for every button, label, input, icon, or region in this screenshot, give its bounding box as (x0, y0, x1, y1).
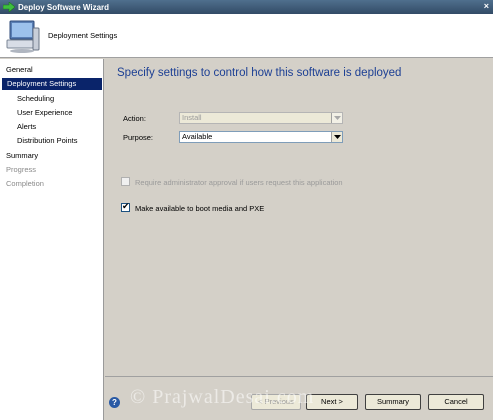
action-label: Action: (123, 114, 146, 123)
help-icon[interactable]: ? (109, 397, 120, 408)
sidebar-item-deployment-settings[interactable]: Deployment Settings (2, 78, 102, 90)
boot-media-label: Make available to boot media and PXE (135, 204, 265, 213)
require-approval-label: Require administrator approval if users … (135, 178, 343, 187)
wizard-sidebar: General Deployment Settings Scheduling U… (0, 59, 104, 420)
wizard-header: Deployment Settings (0, 14, 493, 58)
window-title: Deploy Software Wizard (18, 2, 110, 12)
purpose-select-value: Available (182, 132, 213, 141)
chevron-down-icon[interactable] (331, 132, 342, 142)
purpose-label: Purpose: (123, 133, 154, 142)
chevron-down-icon (331, 113, 342, 123)
next-button[interactable]: Next > (306, 394, 358, 410)
previous-button: < Previous (251, 394, 301, 410)
sidebar-item-user-experience[interactable]: User Experience (17, 107, 72, 119)
sidebar-item-scheduling[interactable]: Scheduling (17, 93, 54, 105)
action-select-value: Install (182, 113, 202, 122)
sidebar-item-summary[interactable]: Summary (6, 150, 38, 162)
require-approval-checkbox (121, 177, 130, 186)
window-titlebar[interactable]: Deploy Software Wizard × (0, 0, 493, 14)
cancel-button[interactable]: Cancel (428, 394, 484, 410)
wizard-arrow-icon (3, 2, 15, 12)
sidebar-item-alerts[interactable]: Alerts (17, 121, 36, 133)
footer-divider (105, 376, 493, 377)
summary-button[interactable]: Summary (365, 394, 421, 410)
checkmark-icon: ✔ (122, 201, 130, 211)
close-icon[interactable]: × (484, 1, 489, 11)
sidebar-item-completion: Completion (6, 179, 44, 188)
header-title: Deployment Settings (48, 31, 118, 40)
page-heading: Specify settings to control how this sof… (117, 67, 402, 79)
sidebar-item-general[interactable]: General (6, 64, 33, 76)
main-panel: Specify settings to control how this sof… (105, 59, 493, 420)
purpose-select[interactable]: Available (179, 131, 343, 143)
sidebar-item-distribution-points[interactable]: Distribution Points (17, 135, 77, 147)
computer-icon (6, 20, 40, 53)
action-select: Install (179, 112, 343, 124)
boot-media-checkbox[interactable]: ✔ (121, 201, 130, 212)
sidebar-item-progress: Progress (6, 165, 37, 174)
